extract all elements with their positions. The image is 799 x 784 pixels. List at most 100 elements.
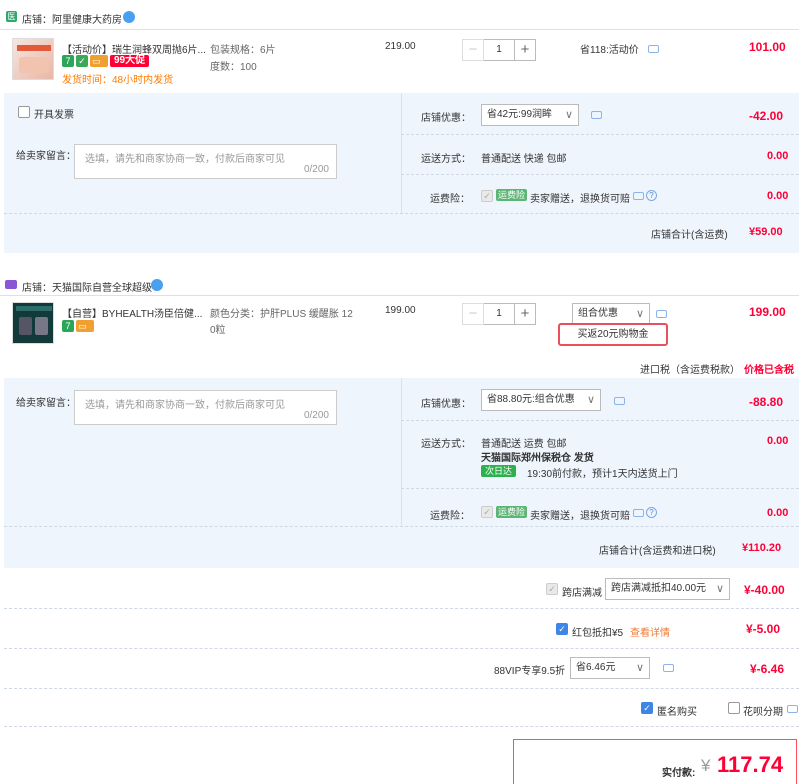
huabei-label[interactable]: 花呗分期 xyxy=(743,703,783,718)
plus-button[interactable]: + xyxy=(514,303,536,325)
unit-price: 199.00 xyxy=(385,305,416,316)
promo-select[interactable]: 组合优惠 ∨ xyxy=(572,303,650,325)
card-icon: ▭ xyxy=(90,55,108,67)
shop-name[interactable]: 店铺：天猫国际自营全球超级 xyxy=(22,279,152,294)
shop-total-value: ¥110.20 xyxy=(742,542,782,554)
divider xyxy=(401,488,799,489)
insurance-text: 卖家赠送，退换货可赔 xyxy=(530,511,630,522)
cross-store-checkbox: ✓ xyxy=(546,583,558,595)
ship-warehouse: 天猫国际郑州保税仓 发货 xyxy=(481,453,594,464)
info-bubble-icon[interactable] xyxy=(633,192,644,200)
promo-select-value: 组合优惠 xyxy=(578,308,618,319)
vip-value: ¥-6.46 xyxy=(750,662,785,676)
chevron-down-icon: ∨ xyxy=(564,109,573,121)
info-bubble-icon[interactable] xyxy=(656,310,667,318)
insurance-badge: 运费险 xyxy=(496,189,528,201)
info-bubble-icon[interactable] xyxy=(591,111,602,119)
help-icon[interactable]: ? xyxy=(646,507,657,518)
cross-store-value: ¥-40.00 xyxy=(744,583,785,597)
product-thumb[interactable] xyxy=(12,38,54,80)
info-bubble-icon[interactable] xyxy=(648,45,659,53)
minus-button[interactable]: − xyxy=(462,39,484,61)
cross-store-label: 跨店满减 xyxy=(562,588,602,599)
unit-price: 219.00 xyxy=(385,41,416,52)
quantity-stepper[interactable]: − 1 + xyxy=(462,303,536,325)
discount-label: 店铺优惠： xyxy=(421,113,471,124)
promo-badge: 99大促 xyxy=(110,55,150,67)
redpack-checkbox[interactable]: ✓ xyxy=(556,623,568,635)
discount-select[interactable]: 省42元:99润眸 ∨ xyxy=(481,104,579,126)
discount-label: 店铺优惠： xyxy=(421,399,471,410)
product-tags: 7 ▭ xyxy=(62,320,94,332)
quantity-input[interactable]: 1 xyxy=(484,303,514,325)
shop-total-label: 店铺合计(含运费) xyxy=(651,230,728,241)
divider xyxy=(4,608,799,609)
product-title[interactable]: 【活动价】瑞生润蜂双周抛6片... xyxy=(62,41,206,56)
divider xyxy=(401,420,799,421)
chevron-down-icon: ∨ xyxy=(586,394,595,406)
insurance-label: 运费险： xyxy=(430,194,470,205)
vip-select-value: 省6.46元 xyxy=(576,662,616,673)
quantity-input[interactable]: 1 xyxy=(484,39,514,61)
insurance-badge: 运费险 xyxy=(496,506,528,518)
wangwang-icon[interactable] xyxy=(123,11,135,23)
panel-divider xyxy=(401,93,402,213)
coupon-badge: 买返20元购物金 xyxy=(558,323,668,346)
guarantee-icon: ✓ xyxy=(76,55,88,67)
message-input[interactable]: 选填，请先和商家协商一致，付款后商家可见 0/200 xyxy=(74,144,337,179)
info-bubble-icon[interactable] xyxy=(663,664,674,672)
discount-select[interactable]: 省88.80元:组合优惠 ∨ xyxy=(481,389,601,411)
product-thumb[interactable] xyxy=(12,302,54,344)
pay-box: 实付款: ¥ 117.74 xyxy=(513,739,797,784)
redpack-value: ¥-5.00 xyxy=(746,622,781,636)
tax-value: 价格已含税 xyxy=(744,365,794,376)
ship-label: 运送方式： xyxy=(421,439,471,450)
redpack-label: 红包抵扣¥5 xyxy=(572,628,624,639)
message-placeholder: 选填，请先和商家协商一致，付款后商家可见 xyxy=(85,400,285,411)
anonymous-checkbox[interactable]: ✓ xyxy=(641,702,653,714)
wangwang-icon[interactable] xyxy=(151,279,163,291)
insurance-text: 卖家赠送，退换货可赔 xyxy=(530,194,630,205)
shop2-header: 店铺：天猫国际自营全球超级 xyxy=(0,277,799,294)
invoice-label[interactable]: 开具发票 xyxy=(34,106,74,121)
message-placeholder: 选填，请先和商家协商一致，付款后商家可见 xyxy=(85,154,285,165)
spec-degree: 度数：100 xyxy=(210,62,257,73)
divider xyxy=(4,726,799,727)
anonymous-label[interactable]: 匿名购买 xyxy=(657,703,697,718)
chevron-down-icon: ∨ xyxy=(715,583,724,595)
seven-day-icon: 7 xyxy=(62,320,74,332)
shipping-time: 发货时间：48小时内发货 xyxy=(62,75,174,86)
insurance-value: 0.00 xyxy=(767,190,789,202)
discount-value: -42.00 xyxy=(749,109,784,123)
shop-total-label: 店铺合计(含运费和进口税) xyxy=(599,546,716,557)
product-title[interactable]: 【自营】BYHEALTH汤臣倍健... xyxy=(62,305,202,320)
message-label: 给卖家留言： xyxy=(16,398,76,409)
chevron-down-icon: ∨ xyxy=(635,662,644,674)
info-bubble-icon[interactable] xyxy=(614,397,625,405)
pay-currency: ¥ xyxy=(701,756,711,775)
plus-button[interactable]: + xyxy=(514,39,536,61)
shop-name[interactable]: 店铺：阿里健康大药房 xyxy=(22,11,122,26)
minus-button[interactable]: − xyxy=(462,303,484,325)
info-bubble-icon[interactable] xyxy=(633,509,644,517)
spec-size: 包装规格：6片 xyxy=(210,45,276,56)
info-bubble-icon[interactable] xyxy=(787,705,798,713)
quantity-stepper[interactable]: − 1 + xyxy=(462,39,536,61)
divider xyxy=(4,688,799,689)
item-subtotal: 101.00 xyxy=(749,40,786,54)
pay-label: 实付款: xyxy=(662,768,696,779)
invoice-checkbox[interactable] xyxy=(18,106,30,118)
message-input[interactable]: 选填，请先和商家协商一致，付款后商家可见 0/200 xyxy=(74,390,337,425)
cross-store-select[interactable]: 跨店满减抵扣40.00元 ∨ xyxy=(605,578,730,600)
vip-label: 88VIP专享9.5折 xyxy=(494,666,566,677)
vip-select[interactable]: 省6.46元 ∨ xyxy=(570,657,650,679)
huabei-checkbox[interactable] xyxy=(728,702,740,714)
help-icon[interactable]: ? xyxy=(646,190,657,201)
chevron-down-icon: ∨ xyxy=(635,308,644,320)
divider xyxy=(4,213,799,214)
cross-store-select-value: 跨店满减抵扣40.00元 xyxy=(611,583,707,594)
card-icon: ▭ xyxy=(76,320,94,332)
redpack-link[interactable]: 查看详情 xyxy=(630,624,670,639)
pay-amount: 117.74 xyxy=(717,752,784,777)
divider xyxy=(4,648,799,649)
